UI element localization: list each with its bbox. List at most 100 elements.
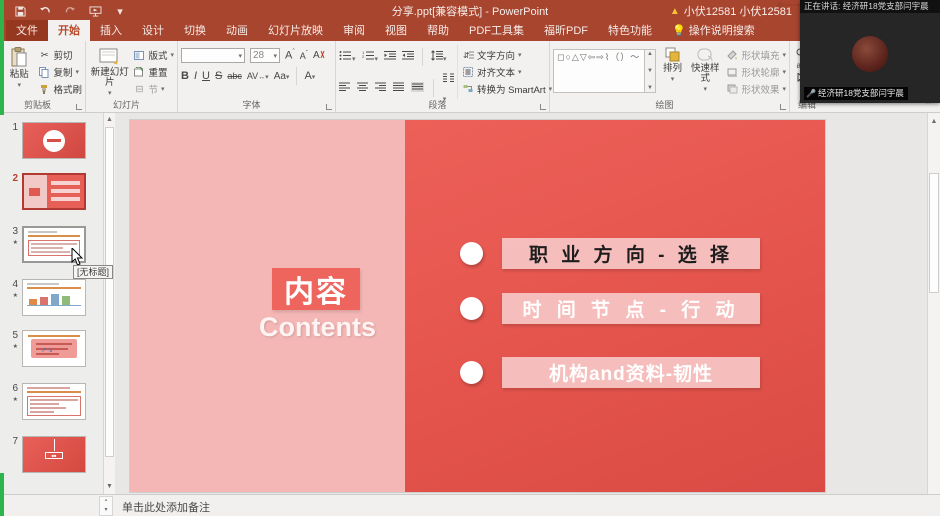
font-color-button[interactable]: A▾ — [304, 70, 315, 82]
lightbulb-icon: 💡 — [672, 24, 686, 37]
slide-canvas[interactable]: 内容 Contents 职 业 方 向 - 选 择 时 间 节 点 - 行 动 … — [130, 120, 825, 492]
slide-thumbnail-6[interactable] — [22, 383, 86, 420]
format-painter-button[interactable]: 格式刷 — [38, 82, 82, 96]
layout-button[interactable]: 版式▾ — [133, 48, 174, 62]
canvas-scroll-thumb[interactable] — [929, 173, 939, 293]
panel-scroll-thumb[interactable] — [105, 127, 114, 457]
shape-effects-button[interactable]: 形状效果▾ — [726, 82, 786, 96]
decrease-indent-button[interactable] — [384, 48, 396, 66]
align-right-button[interactable] — [375, 79, 386, 97]
numbering-button[interactable]: 12▾ — [362, 48, 379, 66]
qat-customize-icon[interactable]: ▾ — [112, 4, 128, 18]
align-left-button[interactable] — [339, 79, 350, 97]
agenda-item-2[interactable]: 时 间 节 点 - 行 动 — [460, 293, 760, 324]
align-text-button[interactable]: 对齐文本▾ — [462, 65, 552, 79]
bullet-circle — [460, 242, 483, 265]
notes-bar: ▪▾ 单击此处添加备注 — [0, 494, 940, 516]
agenda-item-1[interactable]: 职 业 方 向 - 选 择 — [460, 238, 760, 269]
shrink-font-button[interactable]: Aˇ — [300, 51, 308, 61]
tab-transitions[interactable]: 切换 — [174, 20, 216, 41]
notes-placeholder[interactable]: 单击此处添加备注 — [122, 499, 210, 515]
shape-outline-button[interactable]: 形状轮廓▾ — [726, 65, 786, 79]
tab-review[interactable]: 审阅 — [333, 20, 375, 41]
slide-title-cn[interactable]: 内容 — [272, 268, 360, 310]
justify-button[interactable] — [393, 79, 404, 97]
grow-font-button[interactable]: Aˆ — [285, 49, 295, 62]
font-dialog-launcher[interactable] — [326, 104, 332, 110]
tab-design[interactable]: 设计 — [132, 20, 174, 41]
paste-button[interactable]: 粘贴▾ — [3, 45, 35, 99]
slide-thumbnail-4[interactable] — [22, 279, 86, 316]
tab-slideshow[interactable]: 幻灯片放映 — [258, 20, 333, 41]
slide-thumbnail-1[interactable] — [22, 122, 86, 159]
account-info[interactable]: ▲ 小伏12581 小伏12581 — [670, 0, 792, 22]
save-icon[interactable] — [12, 4, 28, 18]
tab-tell-me[interactable]: 💡操作说明搜索 — [662, 20, 765, 41]
undo-icon[interactable] — [37, 4, 53, 18]
section-button[interactable]: ⊟节▾ — [133, 82, 174, 96]
tab-home[interactable]: 开始 — [48, 20, 90, 41]
increase-indent-button[interactable] — [402, 48, 414, 66]
text-direction-button[interactable]: ⇵文字方向▾ — [462, 48, 552, 62]
change-case-button[interactable]: Aa▾ — [274, 71, 290, 82]
font-name-combo[interactable]: ▾ — [181, 48, 245, 63]
bold-button[interactable]: B — [181, 70, 189, 82]
tab-special-features[interactable]: 特色功能 — [598, 20, 662, 41]
thumbnail-row-5: 5★ ↗↘ — [4, 330, 101, 367]
ribbon-tabs: 文件 开始 插入 设计 切换 动画 幻灯片放映 审阅 视图 帮助 PDF工具集 … — [0, 22, 940, 41]
shape-fill-button[interactable]: 形状填充▾ — [726, 48, 786, 62]
line-spacing-button[interactable]: ▾ — [431, 48, 447, 66]
canvas-scrollbar[interactable]: ▲ — [927, 113, 940, 494]
arrange-button[interactable]: 排列▾ — [659, 45, 686, 99]
convert-smartart-button[interactable]: 转换为 SmartArt▾ — [462, 82, 552, 96]
video-call-overlay[interactable]: 正在讲话: 经济研18党支部闫宇晨 🎤 经济研18党支部闫宇晨 — [800, 0, 940, 103]
tab-pdf-tools[interactable]: PDF工具集 — [459, 20, 534, 41]
participant-name-chip: 🎤 经济研18党支部闫宇晨 — [804, 87, 908, 100]
thumbnail-tooltip: [无标题] — [73, 265, 113, 279]
group-font: ▾ 28▾ Aˆ Aˇ A B I U S abc AV↔▾ Aa▾ A▾ 字体 — [178, 41, 336, 112]
clear-formatting-button[interactable]: A — [313, 49, 325, 63]
canvas-scroll-up-icon[interactable]: ▲ — [928, 115, 940, 128]
italic-button[interactable]: I — [194, 70, 197, 82]
character-spacing-button[interactable]: AV↔▾ — [247, 71, 269, 81]
reset-button[interactable]: 重置 — [133, 65, 174, 79]
redo-icon[interactable] — [62, 4, 78, 18]
tab-help[interactable]: 帮助 — [417, 20, 459, 41]
copy-button[interactable]: 复制▾ — [38, 65, 82, 79]
underline-button[interactable]: U — [202, 70, 210, 82]
tab-file[interactable]: 文件 — [6, 20, 48, 41]
quick-styles-button[interactable]: 快速样式▾ — [689, 45, 721, 99]
drawing-dialog-launcher[interactable] — [780, 104, 786, 110]
tab-insert[interactable]: 插入 — [90, 20, 132, 41]
shape-gallery[interactable]: ◻○△▽⇦⇨⌇（）〜 — [553, 49, 645, 93]
notes-splitter[interactable]: ▪▾ — [99, 496, 113, 516]
slide-thumbnail-7[interactable]: ■■ — [22, 436, 86, 473]
tab-view[interactable]: 视图 — [375, 20, 417, 41]
brush-icon — [38, 84, 50, 95]
text-direction-icon: ⇵ — [462, 50, 474, 60]
cut-button[interactable]: ✂剪切 — [38, 48, 82, 62]
scroll-down-icon[interactable]: ▼ — [104, 481, 115, 493]
new-slide-button[interactable]: 新建幻灯片▾ — [89, 45, 130, 99]
microphone-icon: 🎤 — [806, 87, 816, 100]
font-size-combo[interactable]: 28▾ — [250, 48, 280, 63]
tab-animations[interactable]: 动画 — [216, 20, 258, 41]
shape-gallery-scrollbar[interactable]: ▲▼▼ — [645, 49, 656, 93]
align-center-button[interactable] — [357, 79, 368, 97]
panel-scrollbar[interactable]: ▲ ▼ — [103, 113, 115, 494]
strikethrough-button[interactable]: S — [215, 70, 222, 82]
shadow-button[interactable]: abc — [227, 71, 242, 81]
slide-thumbnail-2[interactable] — [22, 173, 86, 210]
slide-thumbnail-5[interactable]: ↗↘ — [22, 330, 86, 367]
distribute-button[interactable] — [411, 79, 424, 97]
clipboard-dialog-launcher[interactable] — [76, 104, 82, 110]
svg-text:2: 2 — [362, 54, 365, 59]
bullets-button[interactable]: ▾ — [339, 48, 356, 66]
tab-foxit-pdf[interactable]: 福昕PDF — [534, 20, 598, 41]
shape-effects-icon — [726, 84, 738, 94]
start-slideshow-icon[interactable] — [87, 4, 103, 18]
scroll-up-icon[interactable]: ▲ — [104, 114, 115, 126]
paragraph-dialog-launcher[interactable] — [540, 104, 546, 110]
agenda-item-3[interactable]: 机构and资料-韧性 — [460, 357, 760, 388]
slide-title-en[interactable]: Contents — [220, 312, 415, 343]
